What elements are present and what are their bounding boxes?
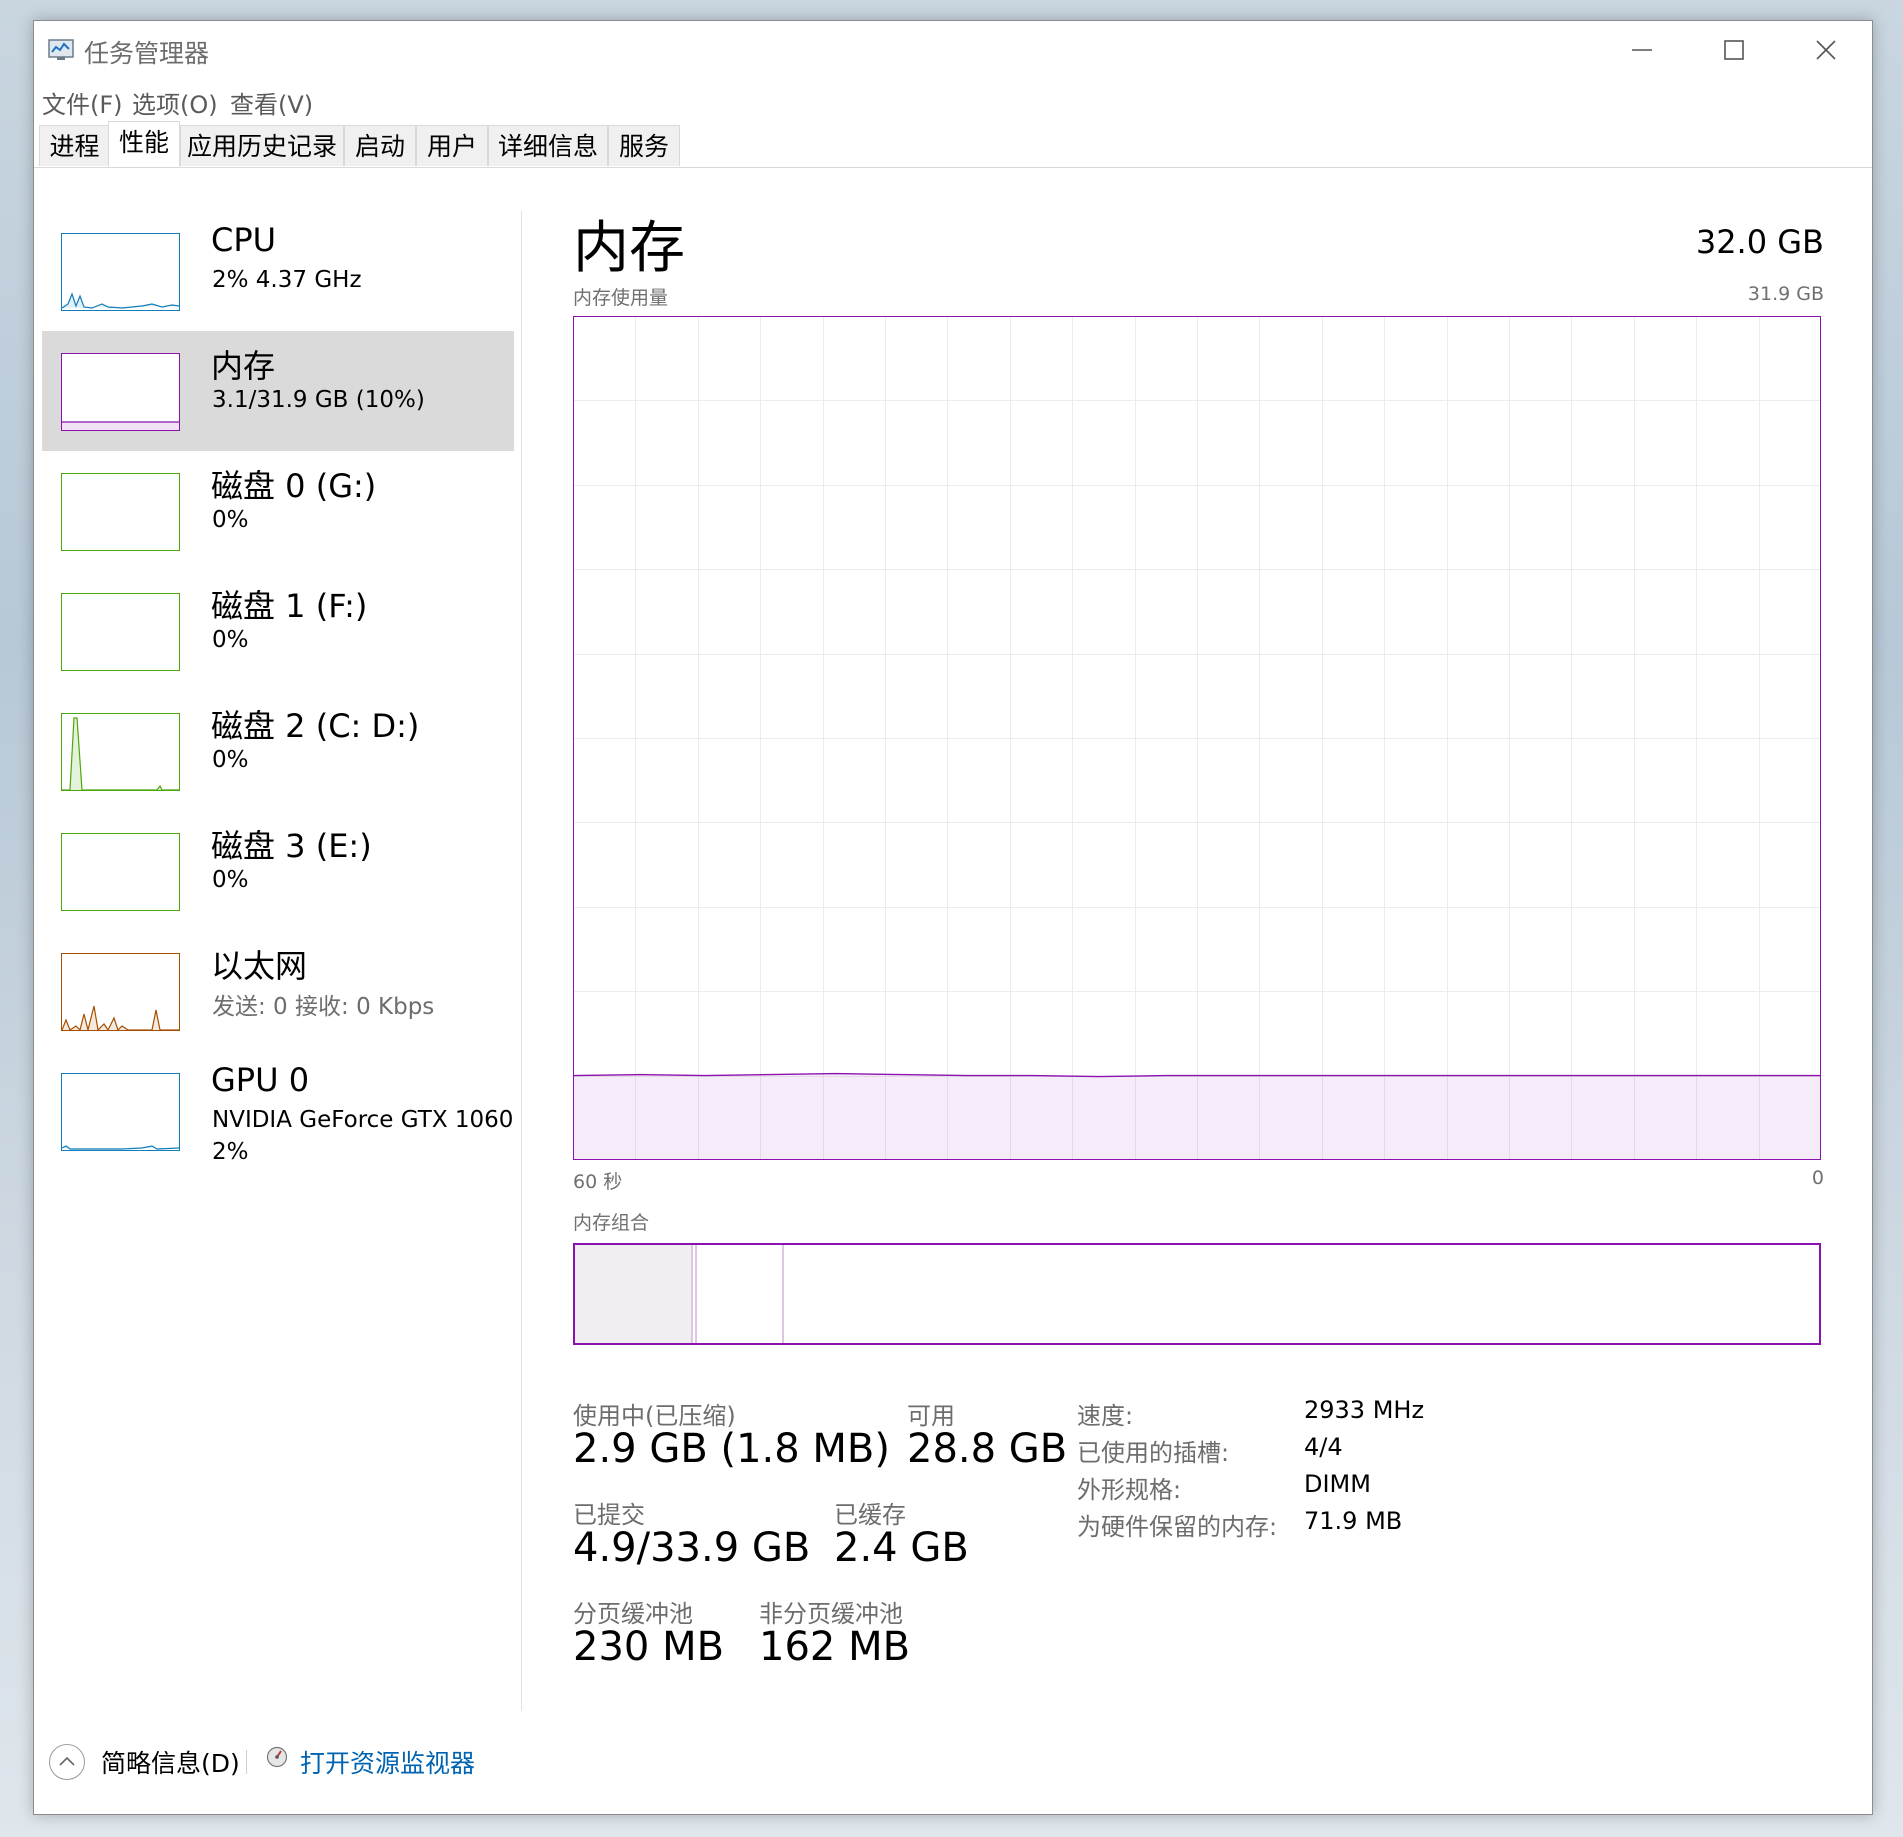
- sidebar-item-label: 内存: [211, 347, 276, 385]
- nonpaged-pool-value: 162 MB: [759, 1624, 911, 1670]
- ethernet-thumbnail-graph: [61, 953, 180, 1031]
- speed-value: 2933 MHz: [1304, 1396, 1425, 1424]
- sidebar-item-disk-3[interactable]: 磁盘 3 (E:) 0%: [42, 811, 514, 931]
- disk-2-thumbnail-graph: [61, 713, 180, 791]
- slots-used-label: 已使用的插槽:: [1077, 1439, 1230, 1467]
- disk-3-thumbnail-graph: [61, 833, 180, 911]
- menu-options[interactable]: 选项(O): [132, 85, 218, 120]
- usage-graph-label: 内存使用量: [573, 287, 669, 309]
- tab-services[interactable]: 服务: [608, 125, 680, 166]
- sidebar-item-value: 0%: [212, 507, 249, 533]
- disk-0-thumbnail-graph: [61, 473, 180, 551]
- disk-1-thumbnail-graph: [61, 593, 180, 671]
- graph-time-start: 60 秒: [573, 1171, 623, 1193]
- hardware-reserved-value: 71.9 MB: [1304, 1507, 1403, 1535]
- sidebar-item-value: 3.1/31.9 GB (10%): [212, 387, 425, 413]
- menu-view[interactable]: 查看(V): [230, 85, 313, 120]
- maximize-button[interactable]: [1688, 21, 1780, 79]
- sidebar-item-value: 0%: [212, 627, 249, 653]
- sidebar-divider[interactable]: [521, 211, 522, 1711]
- window-title: 任务管理器: [84, 39, 210, 68]
- tab-bar: 进程 性能 应用历史记录 启动 用户 详细信息 服务: [34, 121, 1872, 168]
- memory-thumbnail-graph: [61, 353, 180, 431]
- sidebar-item-disk-2[interactable]: 磁盘 2 (C: D:) 0%: [42, 691, 514, 811]
- sidebar-item-label: GPU 0: [211, 1061, 310, 1099]
- tab-processes[interactable]: 进程: [39, 125, 110, 166]
- sidebar-item-label: CPU: [211, 221, 277, 259]
- sidebar-item-value: 0%: [212, 747, 249, 773]
- cached-value: 2.4 GB: [834, 1525, 969, 1571]
- sidebar-item-disk-1[interactable]: 磁盘 1 (F:) 0%: [42, 571, 514, 691]
- minimize-icon: [1632, 49, 1652, 51]
- resource-monitor-icon: [266, 1746, 288, 1768]
- sidebar-item-cpu[interactable]: CPU 2% 4.37 GHz: [42, 211, 514, 331]
- fewer-details-button[interactable]: [49, 1744, 85, 1780]
- footer: 简略信息(D) 打开资源监视器: [34, 1736, 1872, 1796]
- memory-composition-bar: [573, 1243, 1821, 1345]
- chevron-up-icon: [59, 1756, 75, 1766]
- sidebar-item-value: 发送: 0 接收: 0 Kbps: [212, 994, 435, 1020]
- gpu-thumbnail-graph: [61, 1073, 180, 1151]
- cpu-thumbnail-graph: [61, 233, 180, 311]
- title-bar[interactable]: 任务管理器: [34, 21, 1872, 79]
- committed-value: 4.9/33.9 GB: [573, 1525, 811, 1571]
- speed-label: 速度:: [1077, 1402, 1134, 1430]
- graph-time-end: 0: [1811, 1167, 1824, 1189]
- sidebar-item-label: 磁盘 0 (G:): [211, 467, 377, 505]
- task-manager-window: 任务管理器 文件(F) 选项(O) 查看(V) 进程 性能 应用历史记录 启动 …: [33, 20, 1873, 1815]
- menu-file[interactable]: 文件(F): [42, 85, 123, 120]
- footer-separator: [246, 1750, 247, 1774]
- sidebar-item-label: 磁盘 3 (E:): [211, 827, 372, 865]
- tab-details[interactable]: 详细信息: [488, 125, 608, 166]
- form-factor-label: 外形规格:: [1077, 1476, 1182, 1504]
- tab-app-history[interactable]: 应用历史记录: [180, 125, 344, 166]
- sidebar-item-label: 以太网: [211, 947, 308, 985]
- hardware-reserved-label: 为硬件保留的内存:: [1077, 1513, 1278, 1541]
- in-use-value: 2.9 GB (1.8 MB): [573, 1426, 890, 1472]
- page-title: 内存: [573, 216, 685, 281]
- close-icon: [1816, 40, 1836, 60]
- sidebar-item-label: 磁盘 1 (F:): [211, 587, 368, 625]
- sidebar-item-value: NVIDIA GeForce GTX 1060 6GB: [212, 1107, 514, 1133]
- paged-pool-value: 230 MB: [573, 1624, 725, 1670]
- sidebar-item-ethernet[interactable]: 以太网 发送: 0 接收: 0 Kbps: [42, 931, 514, 1051]
- maximize-icon: [1724, 40, 1744, 60]
- tab-startup[interactable]: 启动: [344, 125, 416, 166]
- task-manager-icon: [48, 39, 74, 60]
- sidebar-item-value: 0%: [212, 867, 249, 893]
- slots-used-value: 4/4: [1304, 1433, 1343, 1461]
- sidebar-item-gpu-0[interactable]: GPU 0 NVIDIA GeForce GTX 1060 6GB 2%: [42, 1051, 514, 1181]
- composition-label: 内存组合: [573, 1212, 650, 1234]
- sidebar-item-label: 磁盘 2 (C: D:): [211, 707, 420, 745]
- open-resource-monitor-link[interactable]: 打开资源监视器: [300, 1744, 475, 1780]
- tab-performance[interactable]: 性能: [108, 121, 180, 167]
- available-value: 28.8 GB: [907, 1426, 1068, 1472]
- usage-graph-max: 31.9 GB: [1747, 283, 1824, 305]
- minimize-button[interactable]: [1596, 21, 1688, 79]
- sidebar-item-disk-0[interactable]: 磁盘 0 (G:) 0%: [42, 451, 514, 571]
- menu-bar: 文件(F) 选项(O) 查看(V): [34, 81, 1872, 119]
- fewer-details-link[interactable]: 简略信息(D): [101, 1744, 240, 1780]
- sidebar-item-percent: 2%: [212, 1139, 249, 1165]
- close-button[interactable]: [1780, 21, 1872, 79]
- form-factor-value: DIMM: [1304, 1470, 1371, 1498]
- tab-users[interactable]: 用户: [416, 125, 488, 166]
- memory-total: 32.0 GB: [1695, 223, 1824, 261]
- sidebar-item-value: 2% 4.37 GHz: [212, 267, 362, 293]
- memory-usage-graph: [573, 316, 1821, 1160]
- sidebar-item-memory[interactable]: 内存 3.1/31.9 GB (10%): [42, 331, 514, 451]
